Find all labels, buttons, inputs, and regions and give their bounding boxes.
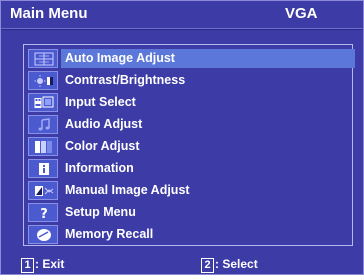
osd-header: Main Menu VGA bbox=[1, 1, 363, 28]
menu-item-memory-recall[interactable]: Memory Recall bbox=[28, 225, 348, 245]
menu-list: Auto Image Adjust Contrast/Brightness In… bbox=[23, 44, 355, 246]
menu-item-input-select[interactable]: Input Select bbox=[28, 93, 348, 113]
menu-item-audio-adjust[interactable]: Audio Adjust bbox=[28, 115, 348, 135]
exit-hint[interactable]: 1: Exit bbox=[21, 257, 64, 273]
menu-item-label: Setup Menu bbox=[65, 205, 136, 219]
memory-recall-icon bbox=[28, 225, 58, 244]
color-icon bbox=[28, 137, 58, 156]
menu-item-label: Audio Adjust bbox=[65, 117, 143, 131]
select-key: 2 bbox=[201, 258, 214, 273]
menu-item-contrast-brightness[interactable]: Contrast/Brightness bbox=[28, 71, 348, 91]
setup-icon: ? bbox=[28, 203, 58, 222]
menu-item-label: Information bbox=[65, 161, 134, 175]
svg-text:?: ? bbox=[40, 207, 48, 220]
menu-item-label: Color Adjust bbox=[65, 139, 140, 153]
menu-item-label: Memory Recall bbox=[65, 227, 154, 241]
auto-adjust-icon bbox=[28, 49, 58, 68]
menu-item-setup-menu[interactable]: ? Setup Menu bbox=[28, 203, 348, 223]
menu-item-manual-image-adjust[interactable]: Manual Image Adjust bbox=[28, 181, 348, 201]
select-hint[interactable]: 2: Select bbox=[201, 257, 258, 273]
osd-footer: 1: Exit 2: Select bbox=[1, 257, 363, 275]
menu-item-label: Input Select bbox=[65, 95, 136, 109]
input-signal-label: VGA bbox=[285, 5, 318, 22]
manual-adjust-icon bbox=[28, 181, 58, 200]
audio-icon bbox=[28, 115, 58, 134]
osd-main-menu: Main Menu VGA Auto Image Adjust Contrast… bbox=[0, 0, 364, 275]
exit-key: 1 bbox=[21, 258, 34, 273]
menu-item-information[interactable]: Information bbox=[28, 159, 348, 179]
menu-item-color-adjust[interactable]: Color Adjust bbox=[28, 137, 348, 157]
menu-item-auto-image-adjust[interactable]: Auto Image Adjust bbox=[28, 49, 355, 69]
contrast-brightness-icon bbox=[28, 71, 58, 90]
header-divider-shadow bbox=[1, 29, 363, 30]
menu-item-label: Manual Image Adjust bbox=[65, 183, 190, 197]
select-label: : Select bbox=[215, 257, 258, 271]
menu-item-label: Contrast/Brightness bbox=[65, 73, 186, 87]
menu-item-label: Auto Image Adjust bbox=[65, 51, 175, 65]
input-select-icon bbox=[28, 93, 58, 112]
menu-title: Main Menu bbox=[10, 5, 88, 22]
information-icon bbox=[28, 159, 58, 178]
exit-label: : Exit bbox=[35, 257, 65, 271]
